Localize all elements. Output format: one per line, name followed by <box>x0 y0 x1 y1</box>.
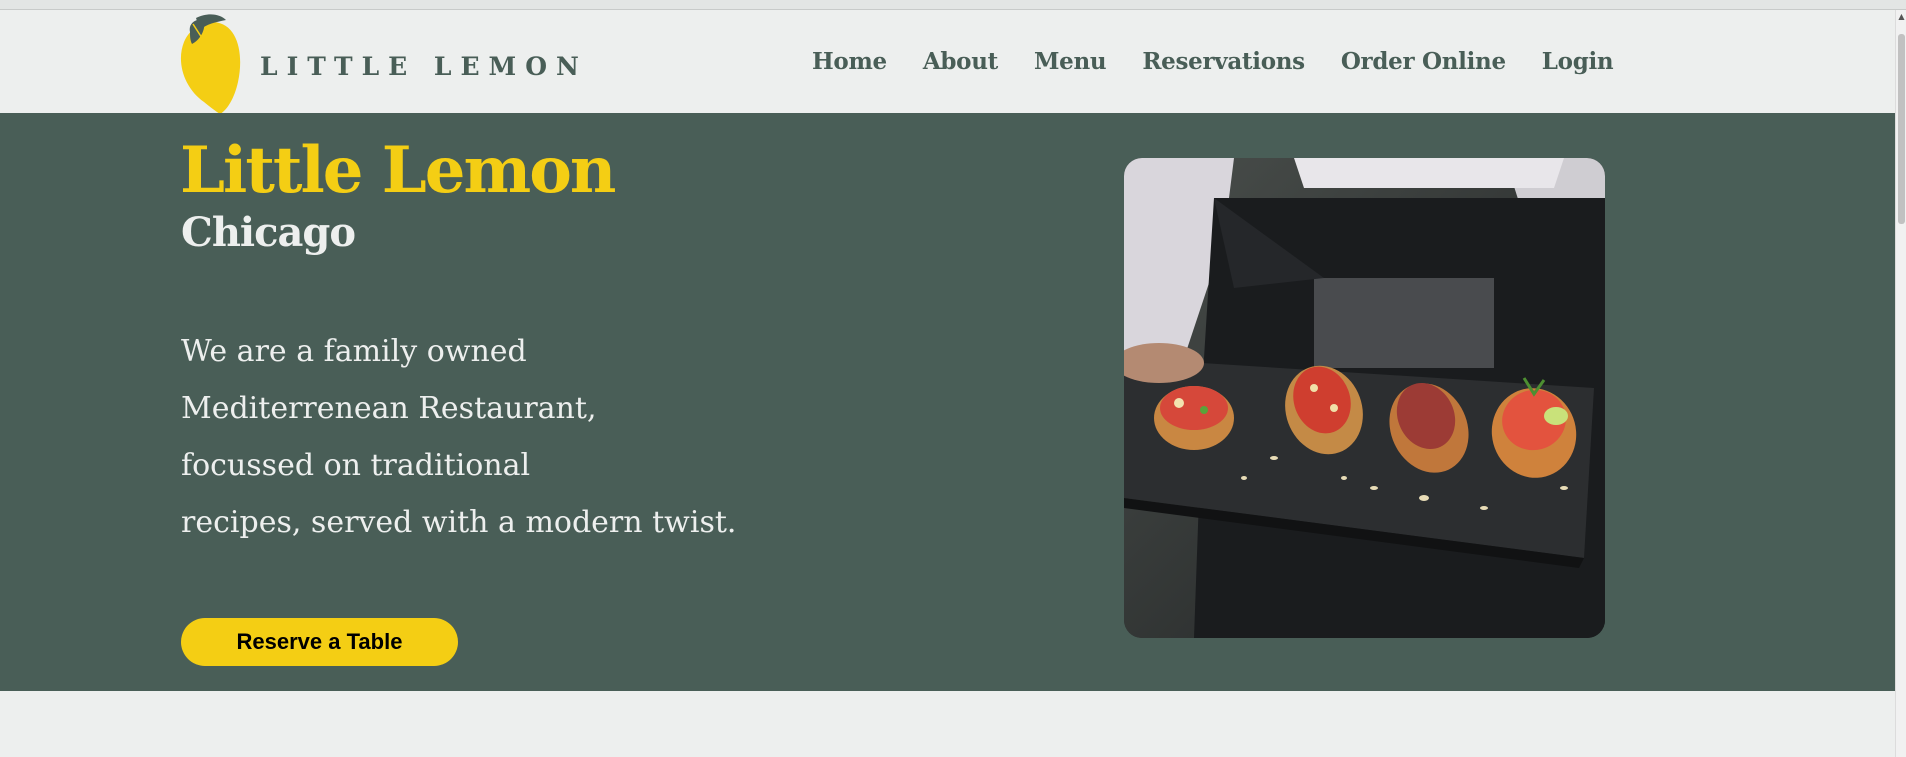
hero-description: We are a family owned Mediterrenean Rest… <box>181 323 801 551</box>
nav-about[interactable]: About <box>923 48 998 75</box>
hero-subtitle: Chicago <box>181 209 356 256</box>
page-scrollbar[interactable]: ▲ <box>1895 10 1906 757</box>
reserve-table-button[interactable]: Reserve a Table <box>181 618 458 666</box>
nav-home[interactable]: Home <box>812 48 887 75</box>
main-nav: Home About Menu Reservations Order Onlin… <box>812 48 1614 75</box>
nav-menu[interactable]: Menu <box>1034 48 1107 75</box>
nav-login[interactable]: Login <box>1542 48 1614 75</box>
logo-text: LITTLE LEMON <box>260 52 588 81</box>
hero-description-line: Mediterrenean Restaurant, <box>181 391 597 426</box>
hero-food-image <box>1124 158 1605 638</box>
hero-title: Little Lemon <box>180 133 616 208</box>
site-header: LITTLE LEMON Home About Menu Reservation… <box>0 10 1895 113</box>
hero-description-line: We are a family owned <box>181 334 527 369</box>
scroll-up-arrow-icon[interactable]: ▲ <box>1897 12 1906 21</box>
nav-order-online[interactable]: Order Online <box>1341 48 1506 75</box>
nav-reservations[interactable]: Reservations <box>1142 48 1305 75</box>
logo-link[interactable]: LITTLE LEMON <box>176 10 579 113</box>
hero-description-line: recipes, served with a modern twist. <box>181 505 737 540</box>
hero-section: Little Lemon Chicago We are a family own… <box>0 113 1895 691</box>
browser-top-edge <box>0 0 1906 10</box>
food-photo-icon <box>1124 158 1605 638</box>
scrollbar-thumb[interactable] <box>1898 34 1905 224</box>
hero-description-line: focussed on traditional <box>181 448 531 483</box>
lemon-logo-icon <box>180 14 241 113</box>
